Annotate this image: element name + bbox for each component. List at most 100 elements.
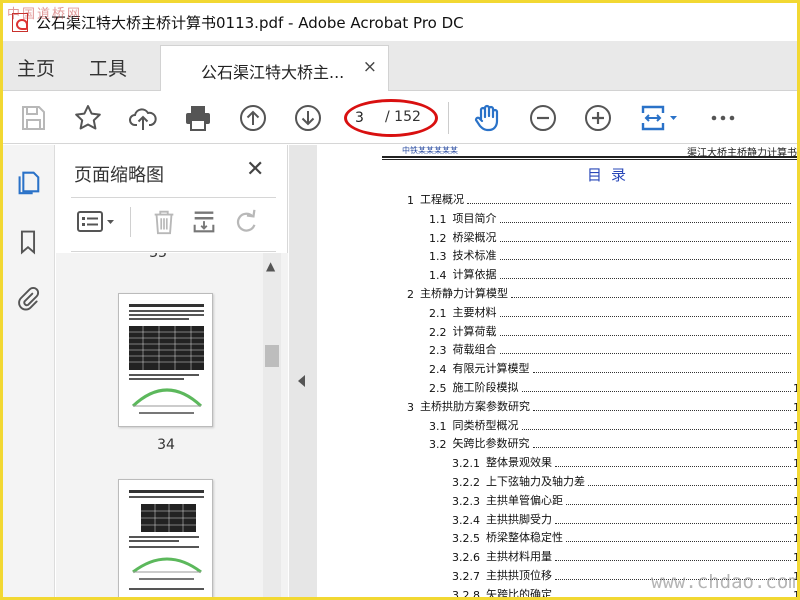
toc-entry-title: 桥梁整体稳定性 <box>486 531 563 545</box>
zoom-out-icon[interactable] <box>525 100 561 136</box>
toc-entry[interactable]: 2.4 有限元计算模型 <box>429 360 797 376</box>
toc-entry-title: 上下弦轴力及轴力差 <box>486 475 585 488</box>
toc-entry[interactable]: 3.2.6 主拱材料用量 1 <box>452 548 797 564</box>
tab-tools[interactable]: 工具 <box>89 54 127 81</box>
extract-pages-icon[interactable] <box>190 207 218 237</box>
toc-entry-number: 1.3 <box>429 250 447 264</box>
thumbnail-list: 33 34 ▲ <box>56 253 288 597</box>
toc-entry-title: 矢跨比参数研究 <box>452 437 530 451</box>
tab-home[interactable]: 主页 <box>17 54 55 81</box>
toc-entry[interactable]: 3.2 矢跨比参数研究 1 <box>429 435 797 451</box>
watermark-bottom-right: www.chdao.com <box>651 571 797 593</box>
toc-entry-number: 3.2.6 <box>452 551 480 565</box>
panel-collapse-strip[interactable] <box>289 145 317 597</box>
toc-entry[interactable]: 2.2 计算荷载 <box>429 323 797 339</box>
toc-entry-number: 3.2.1 <box>452 457 480 471</box>
zoom-in-icon[interactable] <box>580 100 616 136</box>
tab-close-button[interactable]: × <box>363 57 377 77</box>
collapse-arrow-icon[interactable] <box>298 375 305 387</box>
fit-page-icon[interactable] <box>635 100 683 136</box>
save-icon[interactable] <box>15 100 51 136</box>
toc-leader-dots <box>499 259 791 261</box>
title-bar: 公石渠江特大桥主桥计算书0113.pdf - Adobe Acrobat Pro… <box>3 3 797 41</box>
toc-entry[interactable]: 2.5 施工阶段模拟 1 <box>429 379 797 395</box>
highlight-ellipse <box>344 99 438 137</box>
toc-leader-dots <box>467 203 791 204</box>
toc-leader-dots <box>566 503 791 505</box>
panel-close-button[interactable]: ✕ <box>246 157 264 182</box>
toc-entry-title: 主拱拱脚受力 <box>486 512 552 526</box>
thumbnail-options-icon[interactable] <box>76 207 116 237</box>
toc-entry[interactable]: 3.1 同类桥型概况 1 <box>429 417 797 433</box>
hand-icon[interactable] <box>469 100 505 136</box>
toc-leader-dots <box>533 409 791 411</box>
toc-entry-number: 2.3 <box>429 344 447 358</box>
tab-document[interactable]: 公石渠江特大桥主... × <box>160 45 389 91</box>
toc-entry[interactable]: 3.2.1 整体景观效果 1 <box>452 454 797 470</box>
toc-entry-number: 1.2 <box>429 231 447 245</box>
delete-page-icon[interactable] <box>150 207 178 237</box>
toc-entry-page: 1 <box>793 438 797 452</box>
toc-entry[interactable]: 2 主桥静力计算模型 <box>407 285 797 301</box>
watermark-top-left: 中国道桥网 <box>7 7 83 22</box>
tab-document-label: 公石渠江特大桥主... <box>201 63 345 82</box>
cloud-upload-icon[interactable] <box>125 100 161 136</box>
toc-entry-title: 项目简介 <box>452 211 497 225</box>
toc-entry[interactable]: 2.3 荷载组合 <box>429 341 797 357</box>
toc-entry-number: 3.2.5 <box>452 532 480 546</box>
toc-entry-title: 主拱拱顶位移 <box>486 569 552 582</box>
scroll-up-arrow-icon[interactable]: ▲ <box>266 259 275 273</box>
toc-entry-title: 整体景观效果 <box>486 456 552 470</box>
document-view[interactable]: 中铁某某某某某 渠江大桥主桥静力计算书 目录 1 工程概况 1.1 项目简介 1.2 桥梁… <box>317 145 797 597</box>
arrow-down-icon[interactable] <box>290 100 326 136</box>
toc-leader-dots <box>532 372 791 374</box>
tab-bar: 主页 工具 公石渠江特大桥主... × <box>3 41 797 91</box>
toc-entry[interactable]: 2.1 主要材料 <box>429 304 797 320</box>
toc-leader-dots <box>499 278 791 280</box>
thumbnail-page-35[interactable] <box>118 479 213 597</box>
window-title: 公石渠江特大桥主桥计算书0113.pdf - Adobe Acrobat Pro… <box>36 13 464 32</box>
toc-leader-dots <box>499 353 791 355</box>
more-icon[interactable] <box>705 100 741 136</box>
toc-leader-dots <box>588 485 791 486</box>
toc-entry[interactable]: 3.2.4 主拱拱脚受力 1 <box>452 511 797 527</box>
toc-entry-number: 1.1 <box>429 212 447 226</box>
attachment-icon[interactable] <box>13 283 43 313</box>
toc-leader-dots <box>521 391 791 392</box>
toolbar-divider <box>448 102 449 134</box>
toc-entry-title: 主桥静力计算模型 <box>420 287 508 300</box>
toc-entry[interactable]: 1.1 项目简介 <box>429 210 797 226</box>
scroll-thumb[interactable] <box>265 345 279 367</box>
toc-entry[interactable]: 1 工程概况 <box>407 191 797 207</box>
thumbnail-scrollbar[interactable]: ▲ <box>263 253 281 597</box>
acrobat-window: 公石渠江特大桥主桥计算书0113.pdf - Adobe Acrobat Pro… <box>3 3 797 597</box>
toc-leader-dots <box>499 315 791 317</box>
toc-entry[interactable]: 1.4 计算依据 <box>429 266 797 282</box>
toc-leader-dots <box>566 541 791 543</box>
toc-entry[interactable]: 3.2.5 桥梁整体稳定性 1 <box>452 529 797 545</box>
toc-leader-dots <box>511 297 791 298</box>
toc-entry-page: 1 <box>793 382 797 395</box>
bookmark-icon[interactable] <box>13 227 43 257</box>
toc-entry[interactable]: 3 主桥拱肋方案参数研究 1 <box>407 398 797 414</box>
toc-entry-page: 1 <box>793 532 797 546</box>
rotate-page-icon[interactable] <box>232 207 260 237</box>
page-thumbnails-icon[interactable] <box>13 167 43 197</box>
toc-entry[interactable]: 1.2 桥梁概况 <box>429 229 797 245</box>
toc-leader-dots <box>555 560 791 562</box>
toc-entry[interactable]: 3.2.2 上下弦轴力及轴力差 1 <box>452 473 797 489</box>
toc-leader-dots <box>521 428 791 430</box>
toc-entry-page: 1 <box>793 457 797 471</box>
toc-entry-page: 1 <box>793 419 797 433</box>
toc-entry-page: 1 <box>793 513 797 527</box>
toc-entry-number: 3.2.3 <box>452 494 480 508</box>
main-toolbar: / 152 <box>3 92 797 144</box>
toc-entry-title: 主拱材料用量 <box>486 550 552 564</box>
toc-entry-title: 施工阶段模拟 <box>452 381 519 394</box>
toc-entry[interactable]: 3.2.3 主拱单管偏心距 1 <box>452 492 797 508</box>
thumbnail-page-34[interactable] <box>118 293 213 427</box>
arrow-up-icon[interactable] <box>235 100 271 136</box>
star-icon[interactable] <box>70 100 106 136</box>
print-icon[interactable] <box>180 100 216 136</box>
toc-entry[interactable]: 1.3 技术标准 <box>429 247 797 263</box>
